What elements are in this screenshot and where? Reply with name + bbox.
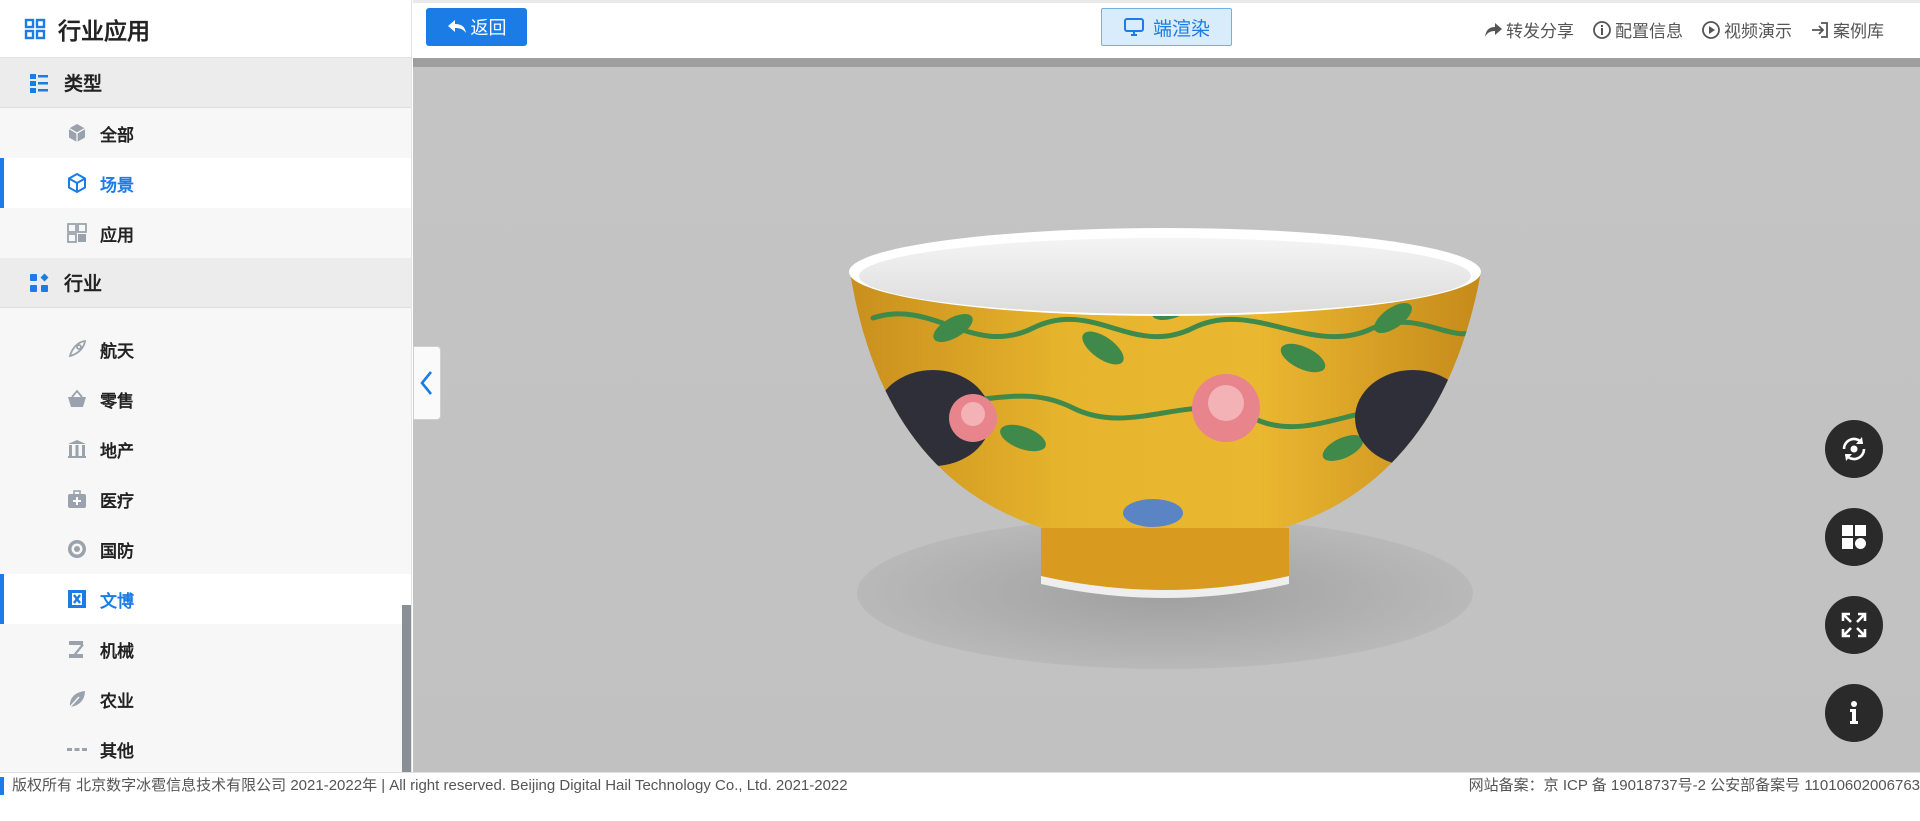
video-link[interactable]: 视频演示 [1701, 17, 1792, 42]
porcelain-bowl-model[interactable] [413, 58, 1920, 772]
medkit-icon [66, 488, 88, 510]
toolbar-links: 转发分享 配置信息 视频演示 案例库 [1483, 17, 1884, 42]
sidebar-item-aerospace[interactable]: 航天 [0, 324, 411, 374]
footer-copyright: 版权所有 北京数字冰雹信息技术有限公司 2021-2022年 | All rig… [0, 777, 848, 795]
sidebar-collapse-toggle[interactable] [413, 346, 441, 420]
3d-viewer[interactable] [413, 58, 1920, 772]
auto-rotate-button[interactable] [1825, 420, 1883, 478]
layout-grid-icon [1842, 525, 1866, 549]
grid-icon [24, 18, 46, 40]
sign-in-icon [1812, 21, 1828, 38]
info-button[interactable] [1825, 684, 1883, 742]
sidebar-title: 行业应用 [58, 17, 150, 44]
sidebar-item-label: 医疗 [100, 491, 134, 511]
fullscreen-button[interactable] [1825, 596, 1883, 654]
sidebar-item-museum[interactable]: 文博 [0, 574, 411, 624]
machine-icon [66, 638, 88, 660]
sidebar-item-label: 场景 [100, 175, 134, 195]
sidebar-item-label: 国防 [100, 541, 134, 561]
share-link[interactable]: 转发分享 [1483, 17, 1574, 42]
sidebar-item-agriculture[interactable]: 农业 [0, 674, 411, 724]
cube-solid-icon [66, 122, 88, 144]
section-industry[interactable]: 行业 [0, 258, 411, 308]
footer-icp: 网站备案：京 ICP 备 19018737号-2 公安部备案号 11010602… [1468, 777, 1920, 794]
back-button-label: 返回 [470, 18, 507, 38]
rocket-icon [66, 338, 88, 360]
play-circle-icon [1702, 20, 1720, 39]
sidebar-item-label: 航天 [100, 341, 134, 361]
app-grid-icon [66, 222, 88, 244]
config-link[interactable]: 配置信息 [1592, 17, 1683, 42]
section-industry-label: 行业 [64, 274, 103, 295]
rotate-icon [1842, 437, 1866, 461]
top-toolbar: 返回 端渲染 转发分享 配置信息 视频演示 案例库 [413, 0, 1920, 58]
sidebar-scrollbar[interactable] [402, 605, 411, 772]
list-icon [28, 72, 50, 94]
target-icon [66, 538, 88, 560]
sidebar-item-other[interactable]: 其他 [0, 724, 411, 772]
chevron-left-icon [420, 371, 433, 395]
expand-icon [1841, 612, 1867, 638]
config-link-label: 配置信息 [1615, 22, 1683, 41]
sidebar-item-retail[interactable]: 零售 [0, 374, 411, 424]
sidebar-item-label: 应用 [100, 225, 134, 245]
building-icon [66, 438, 88, 460]
sidebar-item-medical[interactable]: 医疗 [0, 474, 411, 524]
basket-icon [66, 388, 88, 410]
sidebar-item-realestate[interactable]: 地产 [0, 424, 411, 474]
sidebar-item-label: 机械 [100, 641, 134, 661]
sidebar-item-label: 其他 [100, 741, 134, 761]
sidebar-item-label: 地产 [100, 441, 134, 461]
cloud-render-button[interactable]: 端渲染 [1101, 8, 1232, 46]
more-dots-icon [66, 738, 88, 760]
museum-icon [66, 588, 88, 610]
cases-link[interactable]: 案例库 [1810, 17, 1884, 42]
sidebar-header: 行业应用 [0, 0, 411, 58]
section-type-label: 类型 [64, 74, 103, 95]
sidebar-item-all[interactable]: 全部 [0, 108, 411, 158]
info-icon [1850, 701, 1858, 724]
cloud-render-label: 端渲染 [1152, 18, 1210, 40]
video-link-label: 视频演示 [1724, 22, 1792, 41]
apps-icon [28, 272, 50, 294]
sidebar: 行业应用 类型 全部 场景 应用 行业 航天 零售 地产 医疗 国防 文博 机械… [0, 0, 412, 772]
section-type[interactable]: 类型 [0, 58, 411, 108]
cases-link-label: 案例库 [1833, 22, 1884, 41]
sidebar-item-label: 农业 [100, 691, 134, 711]
sidebar-item-label: 文博 [100, 591, 134, 611]
layout-button[interactable] [1825, 508, 1883, 566]
cube-outline-icon [66, 172, 88, 194]
footer: 版权所有 北京数字冰雹信息技术有限公司 2021-2022年 | All rig… [0, 772, 1920, 821]
sidebar-item-label: 全部 [100, 125, 134, 145]
share-link-label: 转发分享 [1506, 22, 1574, 41]
sidebar-item-app[interactable]: 应用 [0, 208, 411, 258]
sidebar-item-defense[interactable]: 国防 [0, 524, 411, 574]
monitor-icon [1123, 18, 1144, 36]
sidebar-item-scene[interactable]: 场景 [0, 158, 411, 208]
sidebar-item-machinery[interactable]: 机械 [0, 624, 411, 674]
reply-arrow-icon [447, 20, 466, 33]
share-arrow-icon [1485, 22, 1502, 37]
leaf-icon [66, 688, 88, 710]
info-circle-icon [1593, 20, 1611, 39]
back-button[interactable]: 返回 [426, 8, 527, 46]
sidebar-item-label: 零售 [100, 391, 134, 411]
